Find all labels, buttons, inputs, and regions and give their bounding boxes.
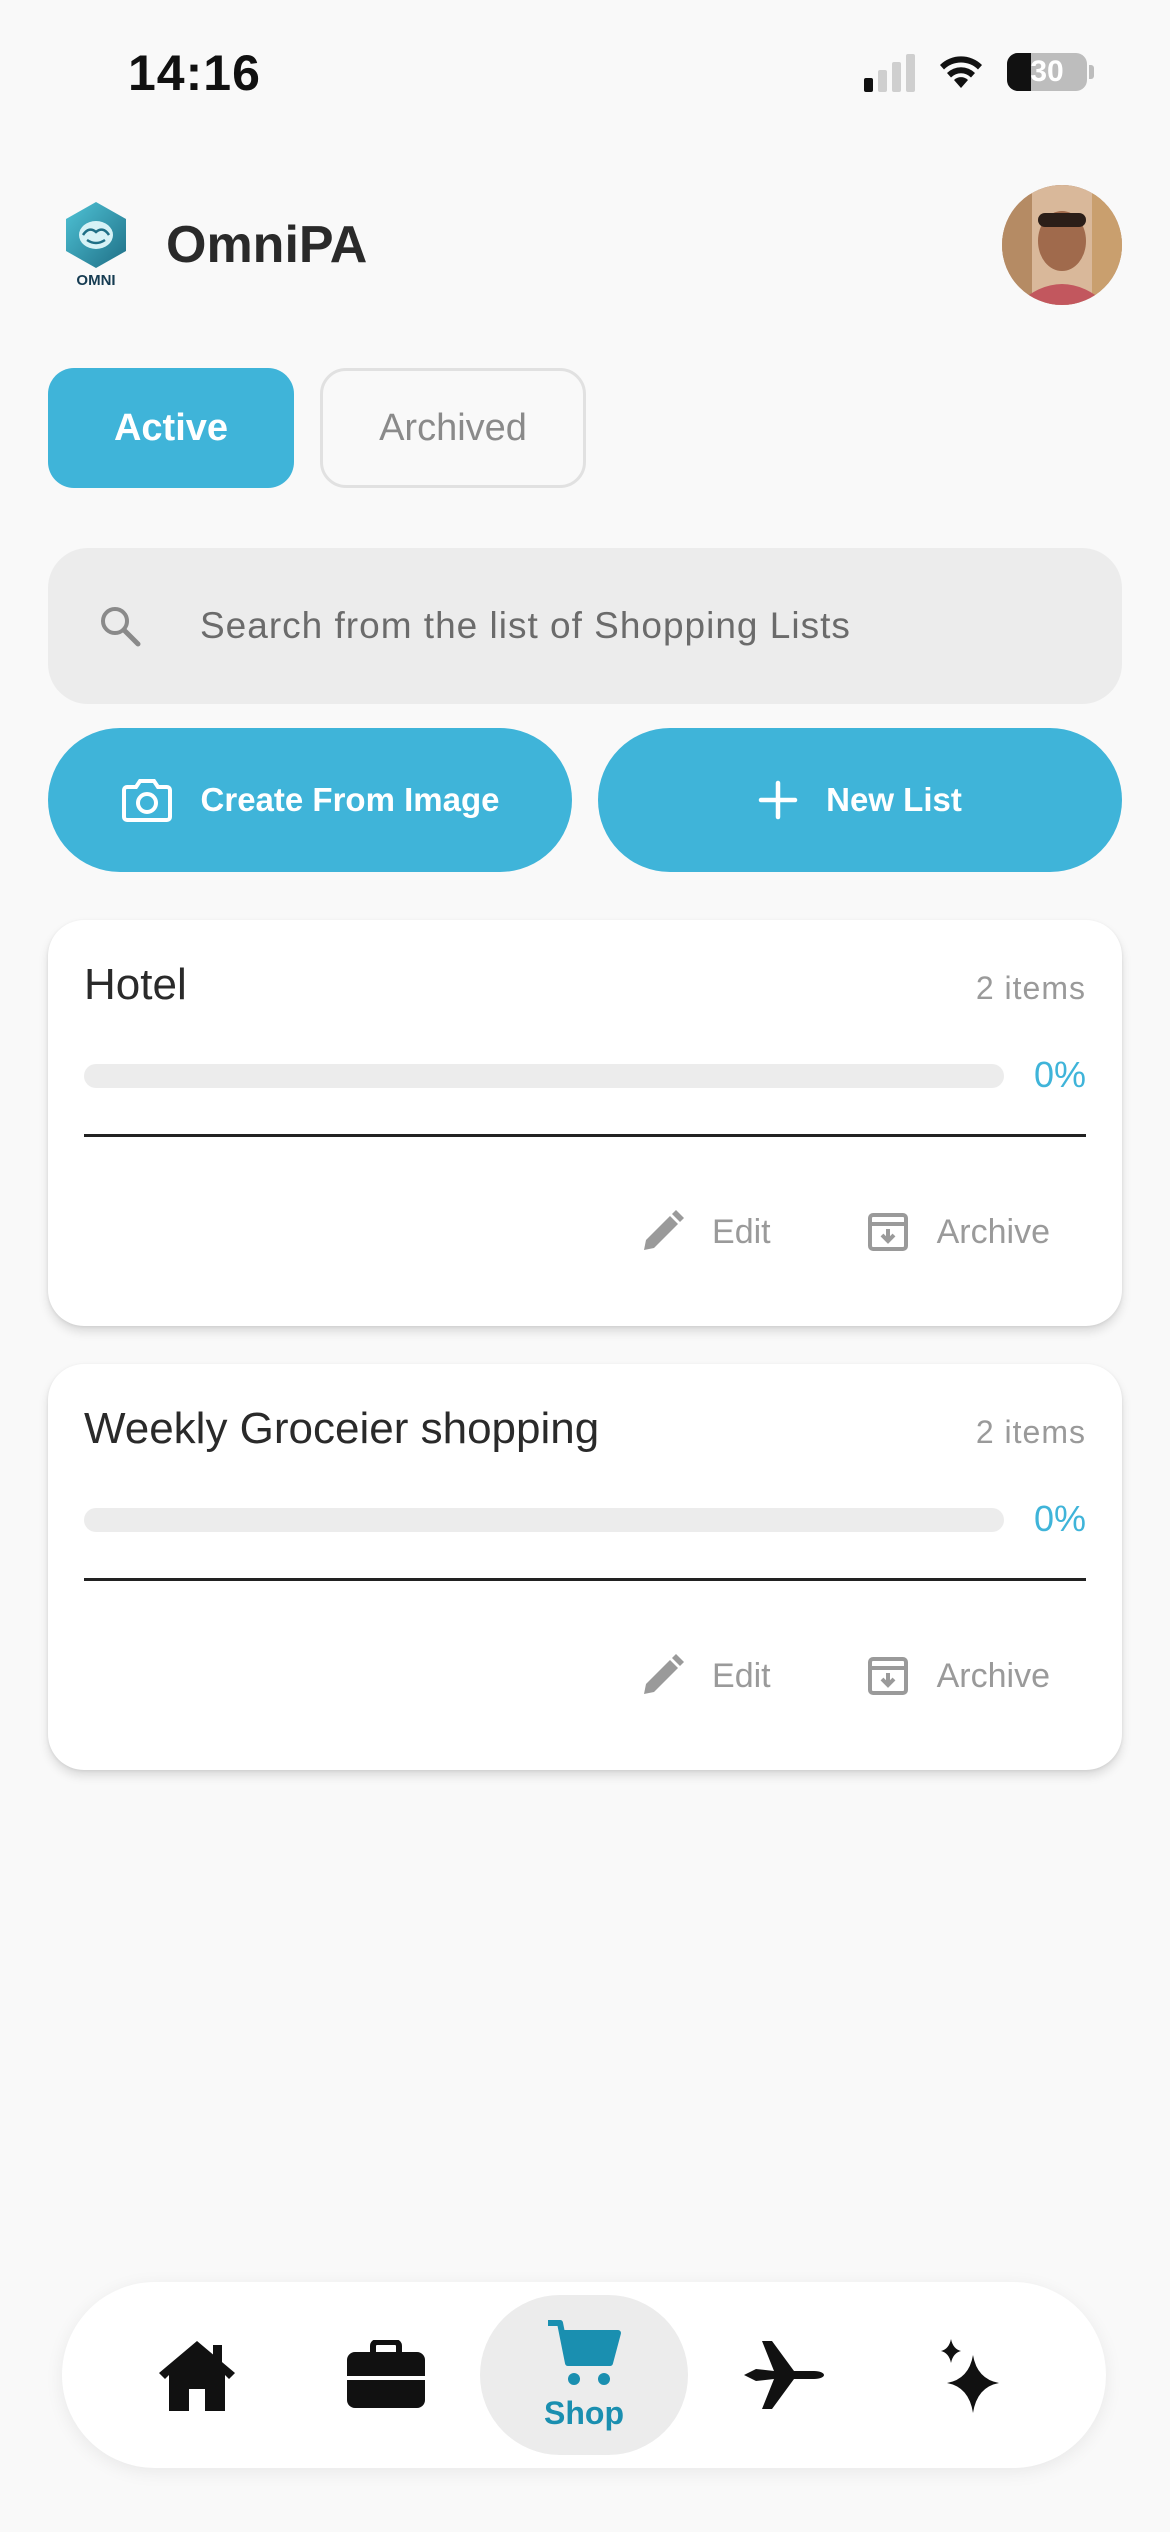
archive-icon [867,1657,908,1695]
card-actions: Edit Archive [640,1654,1050,1698]
pencil-icon [644,1210,685,1250]
app-header: OMNI OmniPA [60,180,1122,310]
app-logo: OMNI [60,200,132,290]
list-title: Weekly Groceier shopping [84,1404,600,1453]
archive-button[interactable]: Archive [867,1654,1050,1698]
nav-travel[interactable] [688,2295,877,2455]
status-time: 14:16 [128,45,261,101]
new-list-button[interactable]: New List [598,728,1122,872]
create-from-image-button[interactable]: Create From Image [48,728,572,872]
pencil-icon [644,1654,685,1694]
brain-logo-icon [66,202,126,268]
status-bar: 14:16 30 [0,0,1170,150]
battery-icon: 30 [1007,53,1087,91]
search-icon [101,607,141,647]
list-progress-bar [84,1508,1004,1532]
card-actions: Edit Archive [640,1210,1050,1254]
archive-icon [867,1213,908,1251]
shopping-list-card[interactable]: Hotel 2 items 0% Edit Archive [48,920,1122,1326]
tab-active[interactable]: Active [48,368,294,488]
cellular-signal-icon [864,52,915,92]
list-progress-bar [84,1064,1004,1088]
archive-label: Archive [936,1212,1050,1251]
create-from-image-label: Create From Image [200,781,500,818]
nav-home[interactable] [102,2295,291,2455]
edit-button[interactable]: Edit [640,1654,771,1698]
list-progress-percent: 0% [1033,1054,1086,1095]
status-icons: 30 [864,52,1094,92]
action-buttons: Create From Image New List [48,728,1122,872]
list-item-count: 2 items [975,970,1086,1006]
logo-text: OMNI [76,272,116,289]
bottom-nav: Shop [62,2282,1106,2468]
tab-archived[interactable]: Archived [320,368,586,488]
app-title: OmniPA [166,216,368,274]
list-progress-percent: 0% [1033,1498,1086,1539]
nav-work[interactable] [291,2295,480,2455]
shopping-list-card[interactable]: Weekly Groceier shopping 2 items 0% Edit… [48,1364,1122,1770]
avatar[interactable] [1002,185,1122,305]
search-bar[interactable] [48,548,1122,704]
card-divider [84,1578,1086,1581]
card-divider [84,1134,1086,1137]
sparkle-icon [941,2339,1000,2413]
nav-shop-label: Shop [544,2394,624,2431]
battery-level: 30 [1030,55,1064,88]
home-icon [158,2341,235,2411]
nav-assistant[interactable] [877,2295,1066,2455]
edit-button[interactable]: Edit [640,1210,771,1254]
list-title: Hotel [84,960,187,1009]
list-item-count: 2 items [975,1414,1086,1450]
edit-label: Edit [712,1656,771,1695]
nav-shop[interactable]: Shop [480,2295,688,2455]
archive-label: Archive [936,1656,1050,1695]
list-tabs: Active Archived [48,368,586,488]
wifi-icon [940,56,982,88]
avatar-photo [1002,185,1122,305]
cart-icon [547,2319,621,2385]
airplane-icon [744,2341,825,2409]
search-input[interactable] [200,605,1020,647]
plus-icon [758,780,798,820]
briefcase-icon [346,2340,425,2408]
archive-button[interactable]: Archive [867,1210,1050,1254]
new-list-label: New List [826,781,962,818]
edit-label: Edit [712,1212,771,1251]
camera-icon [121,779,172,822]
